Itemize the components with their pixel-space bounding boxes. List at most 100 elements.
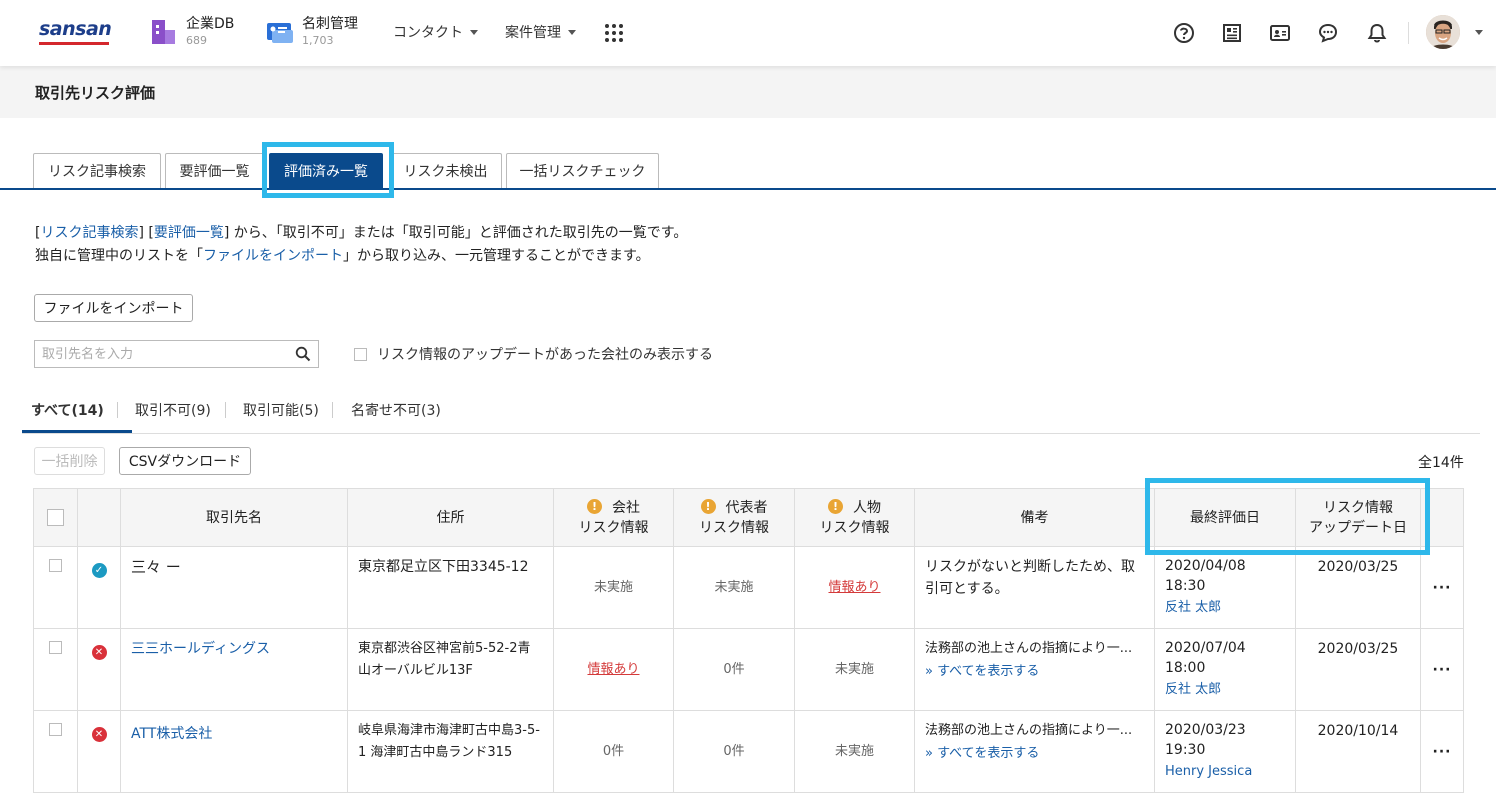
bulk-delete-button[interactable]: 一括削除: [34, 447, 105, 475]
row-checkbox[interactable]: [49, 641, 62, 654]
update-date: 2020/03/25: [1317, 559, 1399, 575]
client-address: 東京都足立区下田3345-12: [347, 546, 554, 629]
help-icon[interactable]: [1173, 22, 1195, 44]
menu-projects[interactable]: 案件管理: [505, 22, 576, 42]
table-row[interactable]: ✕ 三三ホールディングス 東京都渋谷区神宮前5-52-2青山オーバルビル13F …: [33, 628, 1464, 711]
rep-risk-cell: 未実施: [673, 546, 795, 629]
description-text: 独自に管理中のリストを「: [35, 248, 203, 264]
chevron-down-icon[interactable]: [1475, 30, 1483, 35]
risk-article-search-link[interactable]: リスク記事検索: [40, 225, 138, 241]
x-circle-icon: ✕: [91, 645, 107, 660]
note-text: 法務部の池上さんの指摘により一...: [925, 641, 1133, 656]
filter-label: リスク情報のアップデートがあった会社のみ表示する: [377, 347, 713, 363]
evaluator-link[interactable]: 反社 太郎: [1165, 682, 1221, 697]
subtab-allowed[interactable]: 取引可能(5): [243, 400, 319, 420]
column-header-company-risk[interactable]: ! 会社 リスク情報: [553, 488, 674, 547]
client-name-cell: 三三ホールディングス: [120, 628, 348, 711]
client-name-search-input[interactable]: [35, 341, 285, 367]
user-avatar[interactable]: [1426, 15, 1460, 49]
row-actions-cell: ···: [1420, 628, 1464, 711]
menu-contact[interactable]: コンタクト: [393, 22, 478, 42]
updated-only-checkbox[interactable]: [354, 347, 367, 361]
note-cell: リスクがないと判断したため、取引可とする。: [914, 546, 1155, 629]
header-label: 人物: [853, 499, 881, 516]
status-cell: ✓: [77, 546, 121, 629]
rep-risk-cell: 0件: [673, 710, 795, 793]
last-eval-cell: 2020/03/23 19:30 Henry Jessica: [1154, 710, 1296, 793]
more-options-icon[interactable]: ···: [1433, 662, 1452, 678]
more-options-icon[interactable]: ···: [1433, 744, 1452, 760]
sansan-logo[interactable]: sansan: [39, 18, 112, 46]
header-label: リスク情報: [699, 519, 769, 536]
select-all-cell: [33, 488, 78, 547]
status-cell: ✕: [77, 710, 121, 793]
row-checkbox[interactable]: [49, 559, 62, 572]
update-date-cell: 2020/03/25: [1295, 546, 1421, 629]
company-risk-cell: 情報あり: [553, 628, 674, 711]
csv-download-button[interactable]: CSVダウンロード: [119, 447, 251, 475]
client-name-link[interactable]: ATT株式会社: [131, 726, 212, 742]
search-icon[interactable]: [295, 346, 311, 362]
row-checkbox[interactable]: [49, 723, 62, 736]
nav-app-card-management[interactable]: 名刺管理 1,703: [266, 14, 358, 52]
show-all-link[interactable]: » すべてを表示する: [925, 664, 1039, 679]
company-risk-cell: 0件: [553, 710, 674, 793]
column-header-note[interactable]: 備考: [914, 488, 1155, 547]
update-date-cell: 2020/03/25: [1295, 628, 1421, 711]
building-icon: [152, 20, 175, 44]
description-text: 」から取り込み、一元管理することができます。: [343, 248, 650, 264]
note-cell: 法務部の池上さんの指摘により一... » すべてを表示する: [914, 628, 1155, 711]
client-address: 岐阜県海津市海津町古中島3-5-1 海津町古中島ランド315: [347, 710, 554, 793]
contact-card-icon[interactable]: [1269, 22, 1291, 44]
subtab-not-allowed[interactable]: 取引不可(9): [135, 400, 211, 420]
table-row[interactable]: ✓ 三々 ー 東京都足立区下田3345-12 未実施 未実施 情報あり リスクが…: [33, 546, 1464, 629]
rep-risk-status: 未実施: [714, 580, 754, 595]
news-icon[interactable]: [1221, 22, 1243, 44]
update-date: 2020/03/25: [1317, 641, 1399, 657]
last-eval-cell: 2020/07/04 18:00 反社 太郎: [1154, 628, 1296, 711]
update-date-cell: 2020/10/14: [1295, 710, 1421, 793]
person-risk-info-link[interactable]: 情報あり: [828, 580, 880, 595]
chat-icon[interactable]: [1317, 22, 1339, 44]
menu-label: 案件管理: [505, 25, 561, 41]
total-count: 全14件: [1418, 455, 1464, 471]
column-header-person-risk[interactable]: ! 人物 リスク情報: [794, 488, 915, 547]
subtab-unmatched[interactable]: 名寄せ不可(3): [351, 400, 441, 420]
chevron-down-icon: [568, 29, 576, 35]
evaluator-link[interactable]: 反社 太郎: [1165, 600, 1221, 615]
more-options-icon[interactable]: ···: [1433, 580, 1452, 596]
app-grid-icon[interactable]: [605, 24, 623, 42]
import-file-link[interactable]: ファイルをインポート: [203, 248, 343, 264]
needs-evaluation-link[interactable]: 要評価一覧: [154, 225, 224, 241]
subtab-all[interactable]: すべて(14): [31, 400, 104, 420]
company-risk-info-link[interactable]: 情報あり: [587, 662, 639, 677]
header-label: 代表者: [725, 499, 768, 516]
client-name: 三々 ー: [120, 546, 348, 629]
row-actions-cell: ···: [1420, 546, 1464, 629]
update-date: 2020/10/14: [1317, 723, 1399, 739]
company-risk-status: 0件: [602, 744, 625, 759]
tab-needs-evaluation[interactable]: 要評価一覧: [165, 153, 264, 188]
evaluator-link[interactable]: Henry Jessica: [1165, 764, 1252, 779]
person-risk-cell: 情報あり: [794, 546, 915, 629]
nav-app-company-db[interactable]: 企業DB 689: [150, 14, 234, 52]
bell-icon[interactable]: [1366, 22, 1388, 44]
column-header-rep-risk[interactable]: ! 代表者 リスク情報: [673, 488, 795, 547]
header-label: リスク情報: [578, 519, 649, 536]
select-all-checkbox[interactable]: [47, 509, 64, 526]
updated-only-filter[interactable]: リスク情報のアップデートがあった会社のみ表示する: [354, 344, 713, 364]
import-file-button[interactable]: ファイルをインポート: [34, 294, 193, 322]
page-title-band: 取引先リスク評価: [0, 66, 1496, 118]
app-name: 企業DB: [186, 16, 235, 32]
tab-risk-article-search[interactable]: リスク記事検索: [33, 153, 161, 188]
tab-risk-not-detected[interactable]: リスク未検出: [389, 153, 502, 188]
tab-bulk-risk-check[interactable]: 一括リスクチェック: [506, 153, 659, 188]
client-name-link[interactable]: 三三ホールディングス: [131, 641, 270, 657]
table-row[interactable]: ✕ ATT株式会社 岐阜県海津市海津町古中島3-5-1 海津町古中島ランド315…: [33, 710, 1464, 793]
status-cell: ✕: [77, 628, 121, 711]
active-subtab-underline: [22, 430, 132, 433]
column-header-address[interactable]: 住所: [347, 488, 554, 547]
subtab-divider: [225, 402, 226, 418]
client-name-cell: ATT株式会社: [120, 710, 348, 793]
column-header-name[interactable]: 取引先名: [120, 488, 348, 547]
